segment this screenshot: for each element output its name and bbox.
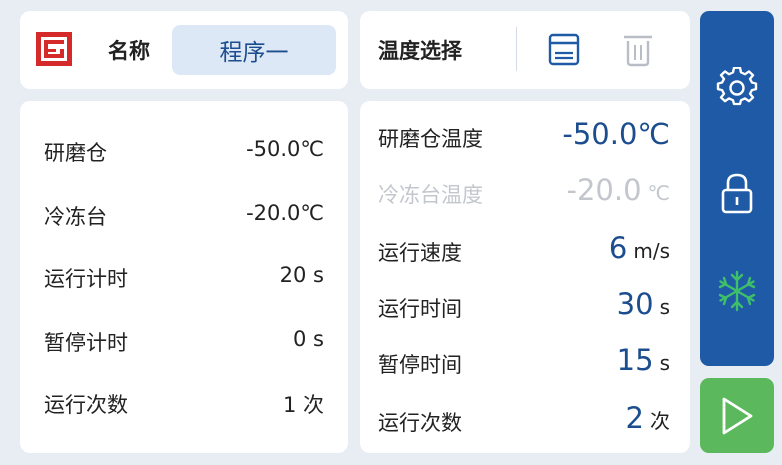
param-number: 30 — [616, 287, 654, 321]
param-value[interactable]: 15 s — [617, 343, 670, 377]
status-value: 1 次 — [282, 393, 324, 417]
param-row-pause-time: 暂停时间 15 s — [360, 341, 690, 385]
param-unit: s — [659, 351, 670, 375]
param-value[interactable]: 30 s — [617, 287, 670, 321]
status-value: -50.0℃ — [246, 137, 324, 161]
status-row-pause-timer: 暂停计时 0 s — [20, 321, 348, 361]
param-unit: 次 — [650, 409, 670, 433]
status-value: 0 s — [293, 327, 324, 351]
param-label: 研磨仓温度 — [378, 127, 483, 151]
program-params-panel: 研磨仓温度 -50.0℃ 冷冻台温度 -20.0 ℃ 运行速度 6 m/s 运行时间… — [360, 101, 690, 453]
delete-button[interactable] — [618, 31, 658, 69]
param-label: 运行时间 — [378, 297, 462, 321]
status-value: 20 s — [279, 263, 324, 287]
trash-icon — [624, 35, 652, 67]
save-icon — [548, 33, 580, 66]
name-label: 名称 — [108, 39, 150, 63]
param-unit: s — [659, 295, 670, 319]
program-name-panel: 名称 程序一 — [20, 11, 348, 89]
settings-button[interactable] — [712, 63, 762, 113]
status-value: -20.0℃ — [246, 201, 324, 225]
param-number: 15 — [616, 343, 654, 377]
param-row-freezing-temp: 冷冻台温度 -20.0 ℃ — [360, 171, 690, 215]
lock-button[interactable] — [712, 168, 762, 218]
param-row-run-speed: 运行速度 6 m/s — [360, 229, 690, 273]
sidebar — [700, 11, 774, 366]
status-row-run-timer: 运行计时 20 s — [20, 257, 348, 297]
gear-icon — [716, 67, 758, 106]
brand-logo — [36, 32, 72, 66]
param-value[interactable]: -50.0℃ — [562, 117, 670, 151]
status-row-run-count: 运行次数 1 次 — [20, 383, 348, 423]
start-button[interactable] — [700, 378, 774, 453]
param-number: -50.0℃ — [562, 117, 670, 151]
status-panel: 研磨仓 -50.0℃ 冷冻台 -20.0℃ 运行计时 20 s 暂停计时 0 s… — [20, 101, 348, 453]
status-label: 冷冻台 — [44, 205, 107, 229]
status-row-freezing-stage: 冷冻台 -20.0℃ — [20, 195, 348, 235]
param-unit: ℃ — [647, 181, 670, 205]
temperature-select-panel: 温度选择 — [360, 11, 690, 89]
param-value[interactable]: 2次 — [626, 401, 670, 435]
param-value: -20.0 ℃ — [566, 173, 670, 207]
param-row-run-time: 运行时间 30 s — [360, 285, 690, 329]
param-label: 冷冻台温度 — [378, 183, 483, 207]
param-row-grinding-temp: 研磨仓温度 -50.0℃ — [360, 115, 690, 159]
param-label: 运行速度 — [378, 241, 462, 265]
status-label: 研磨仓 — [44, 141, 107, 165]
param-number: -20.0 — [566, 173, 642, 207]
save-button[interactable] — [544, 31, 584, 69]
param-row-run-count: 运行次数 2次 — [360, 399, 690, 443]
param-number: 2 — [625, 401, 644, 435]
status-label: 运行次数 — [44, 393, 128, 417]
status-label: 运行计时 — [44, 267, 128, 291]
play-icon — [722, 397, 753, 434]
freeze-button[interactable] — [712, 266, 762, 316]
status-label: 暂停计时 — [44, 331, 128, 355]
param-label: 暂停时间 — [378, 353, 462, 377]
param-number: 6 — [608, 231, 628, 265]
program-name-field[interactable]: 程序一 — [172, 25, 336, 75]
temperature-select-label: 温度选择 — [378, 39, 462, 63]
param-unit: m/s — [633, 239, 670, 263]
param-label: 运行次数 — [378, 411, 462, 435]
snowflake-icon — [718, 270, 756, 312]
lock-icon — [721, 173, 753, 214]
divider — [516, 27, 517, 71]
status-row-grinding-chamber: 研磨仓 -50.0℃ — [20, 131, 348, 171]
param-value[interactable]: 6 m/s — [609, 231, 670, 265]
